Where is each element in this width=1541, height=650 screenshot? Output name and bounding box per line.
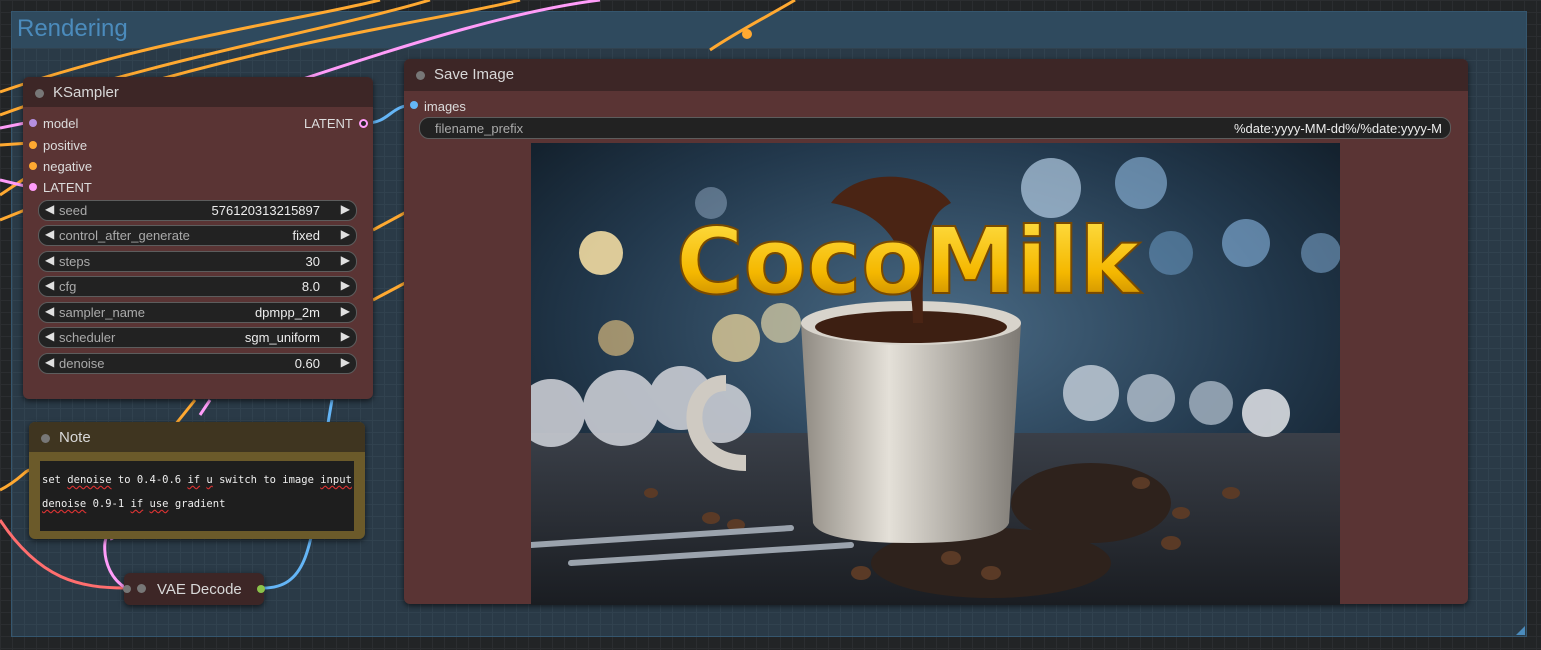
note-title-bar[interactable]: Note	[29, 422, 365, 452]
widget-label: sampler_name	[59, 305, 145, 320]
vae-decode-title: VAE Decode	[157, 581, 242, 598]
widget-filename-prefix[interactable]: filename_prefix %date:yyyy-MM-dd%/%date:…	[419, 117, 1451, 139]
conditioning-slot-icon[interactable]	[29, 141, 37, 149]
increment-arrow-icon[interactable]: ▶	[341, 329, 350, 343]
slot-label: positive	[43, 138, 88, 153]
widget-value: 8.0	[301, 279, 320, 294]
save-image-title-bar[interactable]: Save Image	[404, 59, 1468, 91]
widget-value: dpmpp_2m	[254, 305, 320, 320]
increment-arrow-icon[interactable]: ▶	[341, 202, 350, 216]
widget-label: filename_prefix	[435, 121, 524, 136]
coco-milk-image: CocoMilk	[531, 143, 1340, 605]
increment-arrow-icon[interactable]: ▶	[341, 304, 350, 318]
widget-sampler-name[interactable]: ◀ sampler_name dpmpp_2m ▶	[38, 302, 357, 323]
collapse-dot-icon[interactable]	[41, 434, 50, 443]
decrement-arrow-icon[interactable]: ◀	[45, 329, 54, 343]
collapse-dot-icon[interactable]	[416, 71, 425, 80]
collapse-dot-icon[interactable]	[35, 89, 44, 98]
widget-value: 0.60	[294, 356, 320, 371]
ksampler-title: KSampler	[53, 84, 119, 101]
decrement-arrow-icon[interactable]: ◀	[45, 202, 54, 216]
decrement-arrow-icon[interactable]: ◀	[45, 227, 54, 241]
slot-label: negative	[43, 159, 93, 174]
slot-label: LATENT	[304, 116, 353, 131]
increment-arrow-icon[interactable]: ▶	[341, 278, 350, 292]
image-preview[interactable]: CocoMilk	[531, 143, 1340, 605]
widget-steps[interactable]: ◀ steps 30 ▶	[38, 251, 357, 272]
model-slot-icon[interactable]	[29, 119, 37, 127]
vae-decode-node[interactable]: VAE Decode	[123, 573, 265, 605]
widget-value: 30	[305, 254, 320, 269]
widget-seed[interactable]: ◀ seed 576120313215897 ▶	[38, 200, 357, 221]
widget-label: cfg	[59, 279, 77, 294]
note-line-1: set denoise to 0.4-0.6 if u switch to im…	[42, 474, 352, 486]
output-slot-icon[interactable]	[257, 585, 265, 593]
note-title: Note	[59, 429, 91, 446]
increment-arrow-icon[interactable]: ▶	[341, 253, 350, 267]
widget-denoise[interactable]: ◀ denoise 0.60 ▶	[38, 353, 357, 374]
widget-value: %date:yyyy-MM-dd%/%date:yyyy-M	[1233, 121, 1442, 136]
input-slot-icon[interactable]	[123, 585, 131, 593]
image-slot-icon[interactable]	[410, 101, 418, 109]
ksampler-title-bar[interactable]: KSampler	[23, 77, 373, 107]
decrement-arrow-icon[interactable]: ◀	[45, 253, 54, 267]
image-text: CocoMilk	[676, 208, 1142, 315]
widget-cfg[interactable]: ◀ cfg 8.0 ▶	[38, 276, 357, 297]
widget-value: sgm_uniform	[244, 330, 320, 345]
latent-output-slot-icon[interactable]	[359, 119, 368, 128]
slot-label: model	[43, 116, 79, 131]
latent-slot-icon[interactable]	[29, 183, 37, 191]
widget-scheduler[interactable]: ◀ scheduler sgm_uniform ▶	[38, 327, 357, 348]
decrement-arrow-icon[interactable]: ◀	[45, 278, 54, 292]
widget-label: steps	[59, 254, 91, 269]
increment-arrow-icon[interactable]: ▶	[341, 227, 350, 241]
conditioning-slot-icon[interactable]	[29, 162, 37, 170]
widget-label: scheduler	[59, 330, 116, 345]
widget-value: 576120313215897	[211, 203, 320, 218]
save-image-title: Save Image	[434, 66, 515, 83]
slot-label: LATENT	[43, 180, 92, 195]
increment-arrow-icon[interactable]: ▶	[341, 355, 350, 369]
note-line-2: denoise 0.9-1 if use gradient	[42, 498, 226, 510]
decrement-arrow-icon[interactable]: ◀	[45, 355, 54, 369]
ksampler-node[interactable]: KSampler model positive negative LATENT …	[23, 77, 373, 399]
note-node[interactable]: Note set denoise to 0.4-0.6 if u switch …	[29, 422, 365, 539]
note-textarea[interactable]: set denoise to 0.4-0.6 if u switch to im…	[40, 461, 354, 531]
slot-label: images	[424, 99, 466, 114]
widget-control-after-generate[interactable]: ◀ control_after_generate fixed ▶	[38, 225, 357, 246]
decrement-arrow-icon[interactable]: ◀	[45, 304, 54, 318]
collapse-dot-icon[interactable]	[137, 584, 146, 593]
widget-label: denoise	[59, 356, 105, 371]
widget-label: control_after_generate	[59, 228, 190, 243]
widget-value: fixed	[292, 228, 320, 243]
widget-label: seed	[59, 203, 88, 218]
